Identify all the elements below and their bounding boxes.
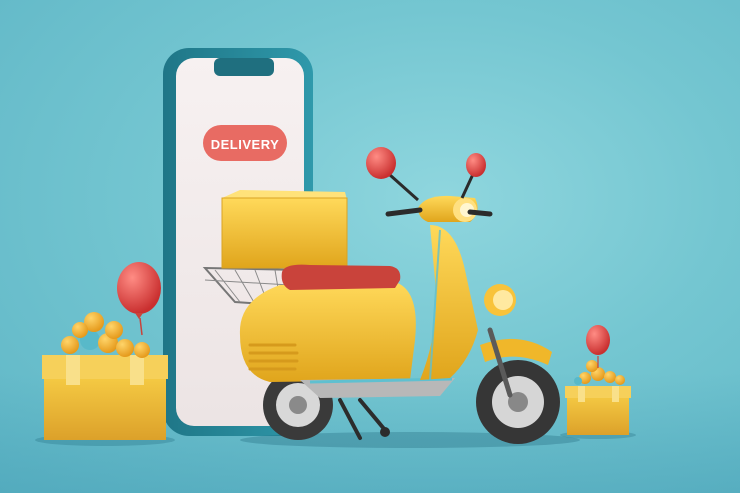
delivery-scene: DELIVERY bbox=[0, 0, 740, 493]
left-balloon bbox=[117, 262, 161, 336]
delivery-badge-label: DELIVERY bbox=[211, 137, 280, 152]
right-box bbox=[560, 360, 636, 439]
scooter-seat bbox=[281, 264, 401, 290]
left-mirror bbox=[366, 147, 419, 202]
phone-notch bbox=[214, 58, 274, 76]
right-mirror bbox=[460, 153, 486, 199]
delivery-box bbox=[221, 190, 348, 269]
front-wheel bbox=[476, 360, 560, 444]
delivery-badge: DELIVERY bbox=[203, 125, 287, 161]
left-box bbox=[35, 312, 175, 446]
illustration: DELIVERY bbox=[35, 48, 636, 448]
